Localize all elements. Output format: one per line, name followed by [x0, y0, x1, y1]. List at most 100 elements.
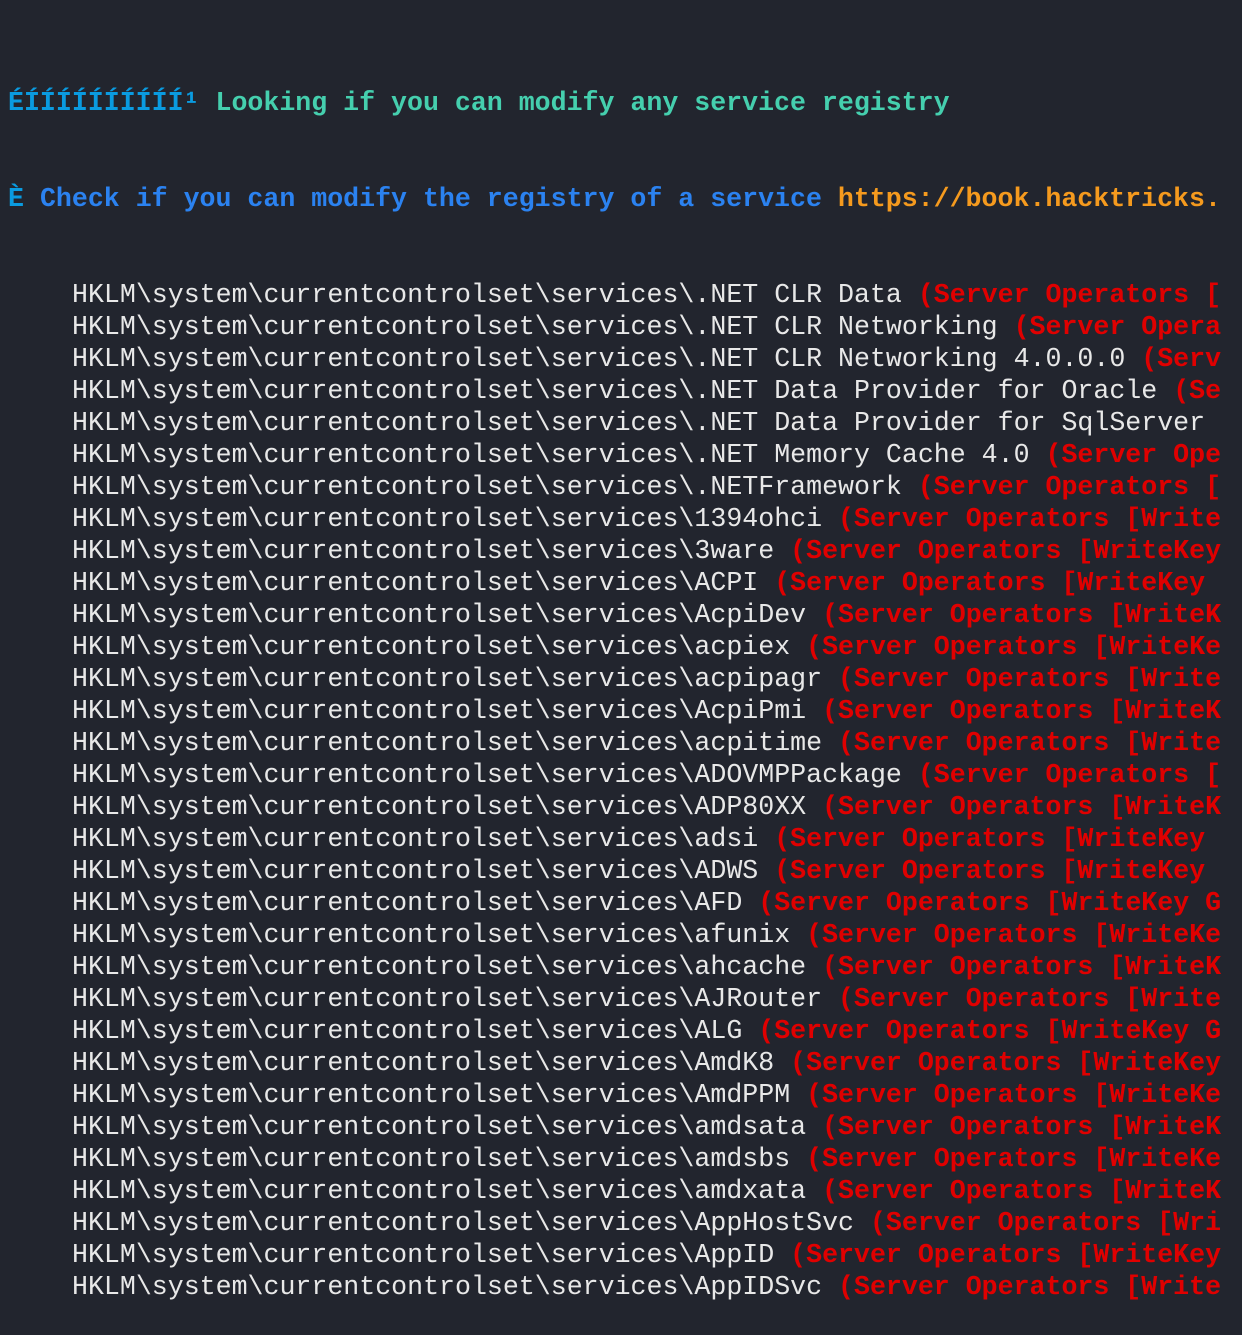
permission-info: (Server Operators [WriteKey G: [758, 888, 1222, 918]
service-name: acpiex: [694, 632, 791, 662]
service-name: .NETFramework: [694, 472, 902, 502]
registry-entry: HKLM\system\currentcontrolset\services\.…: [8, 279, 1242, 311]
permission-info: (Server Operators [WriteK: [822, 600, 1222, 630]
permission-info: (Server Operators [: [917, 472, 1222, 502]
service-name: AmdPPM: [694, 1080, 791, 1110]
permission-info: (Server Operators [WriteKey: [774, 824, 1206, 854]
permission-info: (Server Operators [WriteKey: [790, 1240, 1222, 1270]
permission-info: (Server Operators [WriteKey: [790, 1048, 1222, 1078]
permission-info: (Server Operators [WriteK: [822, 696, 1222, 726]
permission-info: (Server Operators [WriteK: [822, 792, 1222, 822]
permission-info: (Serv: [1141, 344, 1222, 374]
permission-info: (Server Operators [WriteK: [822, 1176, 1222, 1206]
service-name: afunix: [694, 920, 791, 950]
registry-entry: HKLM\system\currentcontrolset\services\A…: [8, 887, 1242, 919]
permission-info: (Server Opera: [1013, 312, 1222, 342]
permission-info: (Server Operators [Write: [838, 728, 1222, 758]
permission-info: (Server Operators [WriteKey: [774, 568, 1206, 598]
permission-info: (Server Operators [Write: [838, 1272, 1222, 1302]
registry-entry: HKLM\system\currentcontrolset\services\a…: [8, 1111, 1242, 1143]
registry-path: HKLM\system\currentcontrolset\services\: [72, 664, 695, 694]
permission-info: (Server Operators [WriteK: [822, 1112, 1222, 1142]
permission-info: (Server Operators [WriteKe: [806, 632, 1222, 662]
service-name: 3ware: [694, 536, 775, 566]
registry-path: HKLM\system\currentcontrolset\services\: [72, 824, 695, 854]
service-name: .NET Data Provider for SqlServer: [694, 408, 1206, 438]
permission-info: (Server Ope: [1045, 440, 1222, 470]
permission-info: (Server Operators [WriteK: [822, 952, 1222, 982]
registry-entry: HKLM\system\currentcontrolset\services\a…: [8, 1175, 1242, 1207]
permission-info: (Server Operators [Write: [838, 664, 1222, 694]
registry-entry: HKLM\system\currentcontrolset\services\.…: [8, 407, 1242, 439]
registry-path: HKLM\system\currentcontrolset\services\: [72, 472, 695, 502]
registry-entry: HKLM\system\currentcontrolset\services\A…: [8, 1271, 1242, 1303]
registry-entry: HKLM\system\currentcontrolset\services\A…: [8, 599, 1242, 631]
registry-entry: HKLM\system\currentcontrolset\services\.…: [8, 471, 1242, 503]
registry-entry: HKLM\system\currentcontrolset\services\.…: [8, 439, 1242, 471]
registry-path: HKLM\system\currentcontrolset\services\: [72, 312, 695, 342]
registry-path: HKLM\system\currentcontrolset\services\: [72, 504, 695, 534]
registry-entry: HKLM\system\currentcontrolset\services\A…: [8, 567, 1242, 599]
registry-path: HKLM\system\currentcontrolset\services\: [72, 280, 695, 310]
registry-path: HKLM\system\currentcontrolset\services\: [72, 952, 695, 982]
registry-entry: HKLM\system\currentcontrolset\services\A…: [8, 1207, 1242, 1239]
registry-path: HKLM\system\currentcontrolset\services\: [72, 1112, 695, 1142]
registry-entry: HKLM\system\currentcontrolset\services\.…: [8, 375, 1242, 407]
permission-info: (Server Operators [WriteKe: [806, 1080, 1222, 1110]
registry-entry: HKLM\system\currentcontrolset\services\a…: [8, 663, 1242, 695]
registry-entry: HKLM\system\currentcontrolset\services\a…: [8, 631, 1242, 663]
service-name: AppHostSvc: [694, 1208, 854, 1238]
registry-entry: HKLM\system\currentcontrolset\services\a…: [8, 823, 1242, 855]
registry-entry: HKLM\system\currentcontrolset\services\A…: [8, 695, 1242, 727]
registry-entry: HKLM\system\currentcontrolset\services\3…: [8, 535, 1242, 567]
registry-path: HKLM\system\currentcontrolset\services\: [72, 440, 695, 470]
service-name: ADP80XX: [694, 792, 807, 822]
service-name: acpitime: [694, 728, 823, 758]
registry-entry: HKLM\system\currentcontrolset\services\A…: [8, 1047, 1242, 1079]
registry-path: HKLM\system\currentcontrolset\services\: [72, 1240, 695, 1270]
registry-path: HKLM\system\currentcontrolset\services\: [72, 888, 695, 918]
registry-entry: HKLM\system\currentcontrolset\services\a…: [8, 1143, 1242, 1175]
service-name: AcpiPmi: [694, 696, 807, 726]
registry-path: HKLM\system\currentcontrolset\services\: [72, 856, 695, 886]
registry-path: HKLM\system\currentcontrolset\services\: [72, 760, 695, 790]
service-name: .NET Memory Cache 4.0: [694, 440, 1030, 470]
service-name: AppIDSvc: [694, 1272, 823, 1302]
registry-entry: HKLM\system\currentcontrolset\services\A…: [8, 1015, 1242, 1047]
service-name: .NET Data Provider for Oracle: [694, 376, 1158, 406]
service-name: acpipagr: [694, 664, 823, 694]
check-text: Check if you can modify the registry of …: [39, 184, 822, 214]
permission-info: (Server Operators [WriteKe: [806, 920, 1222, 950]
registry-path: HKLM\system\currentcontrolset\services\: [72, 1176, 695, 1206]
permission-info: (Server Operators [: [917, 760, 1222, 790]
registry-entry: HKLM\system\currentcontrolset\services\A…: [8, 759, 1242, 791]
service-name: amdsata: [694, 1112, 807, 1142]
hacktricks-link[interactable]: https://book.hacktricks.: [838, 184, 1221, 214]
registry-entry: HKLM\system\currentcontrolset\services\A…: [8, 1079, 1242, 1111]
registry-path: HKLM\system\currentcontrolset\services\: [72, 1080, 695, 1110]
registry-path: HKLM\system\currentcontrolset\services\: [72, 696, 695, 726]
service-name: .NET CLR Networking 4.0.0.0: [694, 344, 1126, 374]
section-header: ÉÍÍÍÍÍÍÍÍÍÍ¹ Looking if you can modify a…: [8, 87, 1242, 119]
service-name: ALG: [694, 1016, 743, 1046]
service-name: AFD: [694, 888, 743, 918]
registry-path: HKLM\system\currentcontrolset\services\: [72, 728, 695, 758]
registry-path: HKLM\system\currentcontrolset\services\: [72, 600, 695, 630]
permission-info: (Server Operators [WriteKey G: [758, 1016, 1222, 1046]
registry-entry: HKLM\system\currentcontrolset\services\A…: [8, 1239, 1242, 1271]
registry-path: HKLM\system\currentcontrolset\services\: [72, 408, 695, 438]
permission-info: (Server Operators [: [917, 280, 1222, 310]
service-name: AppID: [694, 1240, 775, 1270]
registry-entry: HKLM\system\currentcontrolset\services\.…: [8, 311, 1242, 343]
permission-info: (Server Operators [Write: [838, 504, 1222, 534]
registry-entry: HKLM\system\currentcontrolset\services\A…: [8, 983, 1242, 1015]
registry-entry: HKLM\system\currentcontrolset\services\.…: [8, 343, 1242, 375]
registry-path: HKLM\system\currentcontrolset\services\: [72, 1048, 695, 1078]
check-line: È Check if you can modify the registry o…: [8, 183, 1242, 215]
service-name: .NET CLR Networking: [694, 312, 998, 342]
service-name: amdsbs: [694, 1144, 791, 1174]
registry-entry: HKLM\system\currentcontrolset\services\A…: [8, 855, 1242, 887]
registry-path: HKLM\system\currentcontrolset\services\: [72, 344, 695, 374]
service-name: 1394ohci: [694, 504, 823, 534]
registry-path: HKLM\system\currentcontrolset\services\: [72, 1144, 695, 1174]
